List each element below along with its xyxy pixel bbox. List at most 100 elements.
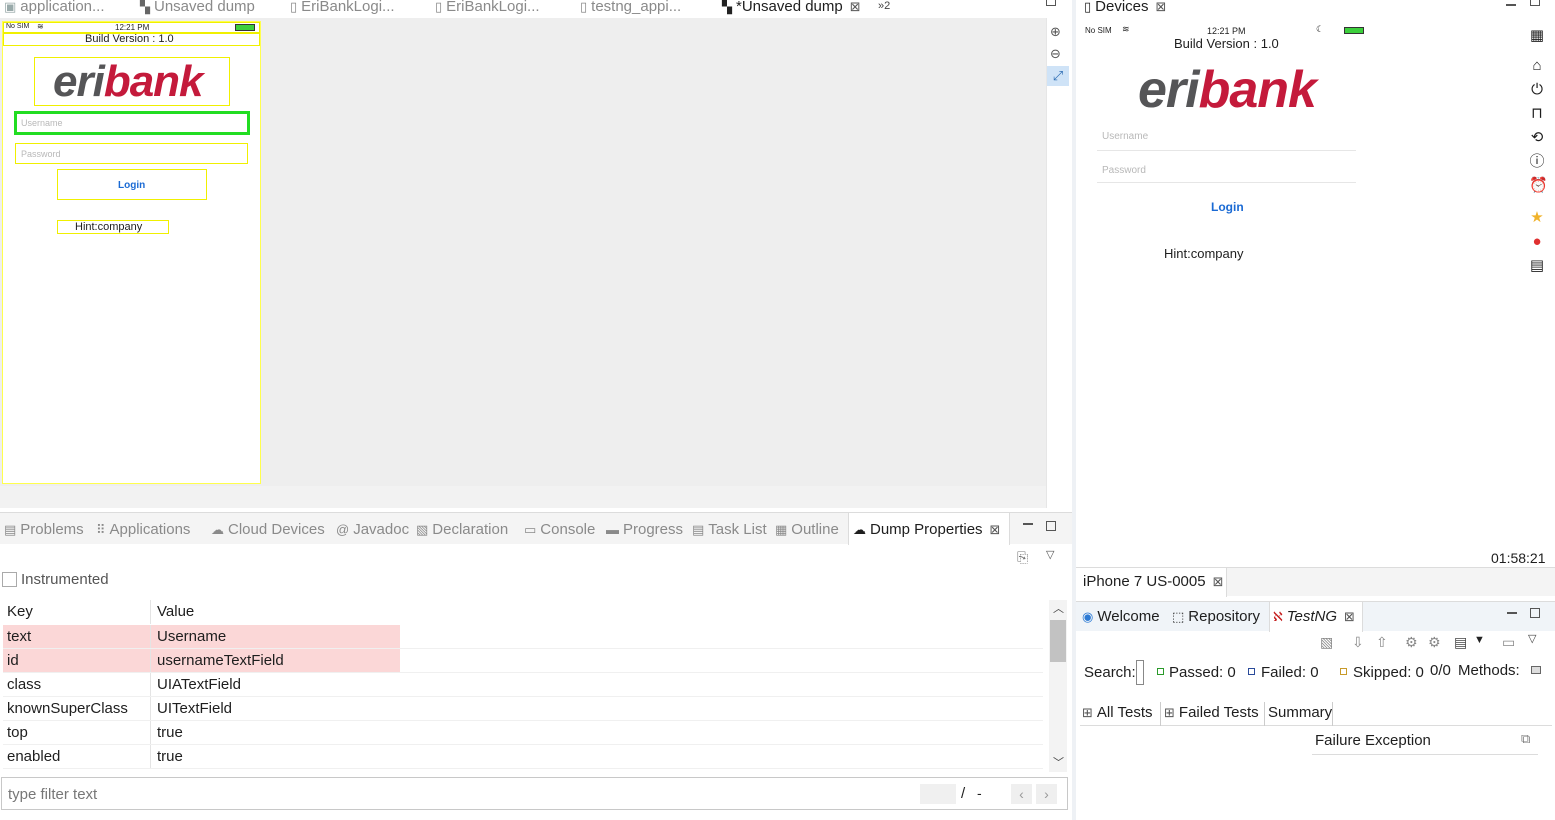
maximize-icon[interactable]	[1046, 521, 1056, 531]
next-page-icon[interactable]: ›	[1036, 784, 1057, 804]
rotate-icon[interactable]: ⟲	[1529, 130, 1545, 146]
row-value: UIATextField	[150, 673, 400, 696]
tab-outline[interactable]: ▦ Outline	[775, 521, 839, 538]
table-scrollbar[interactable]: ︿ ﹀	[1049, 600, 1067, 772]
info-icon[interactable]: ⓘ	[1529, 154, 1545, 170]
subtab-summary[interactable]: Summary	[1268, 704, 1332, 721]
view-menu-icon[interactable]: ▽	[1046, 548, 1054, 561]
tab-problems[interactable]: ▤ Problems	[4, 521, 84, 538]
close-icon[interactable]: ⊠	[1156, 0, 1167, 15]
tab-javadoc[interactable]: @ Javadoc	[336, 521, 409, 538]
tab-console[interactable]: ▭ Console	[524, 521, 595, 538]
prev-page-icon[interactable]: ‹	[1011, 784, 1032, 804]
xml-file-icon: ▯	[580, 0, 588, 14]
device-tab-iphone7[interactable]: iPhone 7 US-0005 ⊠	[1083, 573, 1224, 590]
inspect-icon[interactable]: ▤	[1529, 258, 1545, 274]
next-failure-icon[interactable]: ⇩	[1352, 634, 1364, 651]
record-icon[interactable]: ●	[1529, 234, 1545, 250]
close-icon[interactable]: ⊠	[990, 522, 1001, 538]
tab-overflow-indicator[interactable]: »2	[878, 0, 890, 12]
close-icon[interactable]: ⊠	[1344, 609, 1355, 625]
device-login-button[interactable]: Login	[1211, 200, 1244, 214]
devices-tab[interactable]: ▯ Devices ⊠	[1084, 0, 1166, 15]
instrumented-checkbox[interactable]	[2, 572, 17, 587]
subtab-all-tests[interactable]: ⊞ All Tests	[1082, 704, 1152, 721]
table-row[interactable]: id usernameTextField	[3, 649, 1043, 673]
tab-dump-properties[interactable]: ☁ Dump Properties ⊠	[853, 521, 1000, 538]
star-icon[interactable]: ★	[1529, 210, 1545, 226]
methods-toggle-icon[interactable]	[1531, 666, 1541, 674]
history-icon[interactable]: ▤	[1454, 634, 1467, 651]
table-row[interactable]: enabled true	[3, 745, 1043, 769]
history-dropdown-icon[interactable]: ▼	[1474, 634, 1485, 646]
canvas-scroll-track[interactable]	[1046, 18, 1072, 508]
app-icon: ▣	[4, 0, 17, 14]
moon-icon: ☾	[1316, 24, 1325, 34]
scroll-thumb[interactable]	[1050, 620, 1066, 662]
rerun-icon[interactable]: ⚙	[1405, 634, 1418, 651]
table-row[interactable]: top true	[3, 721, 1043, 745]
row-value: Username	[150, 625, 400, 648]
device-password-field[interactable]: Password	[1097, 159, 1356, 183]
tab-testng[interactable]: ℵ TestNG ⊠	[1273, 608, 1355, 625]
tab-applications[interactable]: ⠿ Applications	[96, 521, 190, 538]
zoom-out-icon[interactable]: ⊖	[1050, 46, 1061, 62]
devices-icon: ▯	[1084, 0, 1092, 14]
tab-declaration[interactable]: ▧ Declaration	[416, 521, 508, 538]
grid-icon[interactable]: ▦	[1529, 28, 1545, 44]
editor-tab-unsaved-dump[interactable]: ▚ Unsaved dump	[140, 0, 255, 15]
maximize-icon[interactable]	[1530, 0, 1540, 6]
properties-table: Key Value text Username id usernameTextF…	[0, 598, 1046, 772]
power-icon[interactable]: ⏻	[1529, 82, 1545, 98]
editor-tab-eribanklogin-2[interactable]: ▯ EriBankLogi...	[435, 0, 540, 15]
clear-results-icon[interactable]: ▧	[1320, 634, 1333, 651]
rerun-failed-icon[interactable]: ⚙	[1428, 634, 1441, 651]
tab-progress[interactable]: ▬ Progress	[606, 521, 683, 538]
subtab-failed-tests[interactable]: ⊞ Failed Tests	[1164, 704, 1259, 721]
layout-icon[interactable]: ▭	[1502, 634, 1515, 651]
zoom-in-icon[interactable]: ⊕	[1050, 24, 1061, 40]
filter-input[interactable]: type filter text / - ‹ ›	[1, 777, 1068, 810]
table-row[interactable]: knownSuperClass UITextField	[3, 697, 1043, 721]
minimize-icon[interactable]	[1507, 612, 1517, 614]
failed-count: Failed: 0	[1261, 664, 1319, 681]
export-icon[interactable]: ⎘	[1017, 549, 1028, 566]
lock-icon[interactable]: ⊓	[1529, 106, 1545, 122]
home-icon[interactable]: ⌂	[1529, 58, 1545, 74]
declaration-icon: ▧	[416, 522, 429, 537]
editor-tab-application[interactable]: ▣ application...	[4, 0, 105, 15]
fit-screen-icon[interactable]: ⤢	[1047, 66, 1069, 86]
page-number-input[interactable]	[920, 784, 956, 804]
tab-welcome[interactable]: ◉ Welcome	[1082, 608, 1160, 625]
search-input[interactable]	[1136, 660, 1144, 685]
repository-icon: ⬚	[1172, 609, 1185, 624]
editor-tab-eribanklogin-1[interactable]: ▯ EriBankLogi...	[290, 0, 395, 15]
minimize-icon[interactable]	[1023, 523, 1033, 525]
view-menu-icon[interactable]: ▽	[1528, 632, 1536, 645]
column-header-value[interactable]: Value	[150, 600, 400, 624]
table-row[interactable]: text Username	[3, 625, 1043, 649]
minimize-icon[interactable]	[1506, 4, 1516, 6]
subtab-divider	[1264, 702, 1265, 726]
tab-task-list[interactable]: ▤ Task List	[692, 521, 767, 538]
column-header-key[interactable]: Key	[3, 600, 150, 624]
scroll-down-icon[interactable]: ﹀	[1053, 754, 1064, 770]
maximize-icon[interactable]	[1046, 0, 1056, 6]
tab-cloud-devices[interactable]: ☁ Cloud Devices	[211, 521, 325, 538]
row-key: id	[3, 649, 150, 672]
close-icon[interactable]: ⊠	[850, 0, 861, 15]
page-separator: /	[961, 785, 966, 802]
alarm-icon[interactable]: ⏰	[1529, 178, 1548, 194]
compare-icon[interactable]: ⧉	[1521, 731, 1530, 747]
prev-failure-icon[interactable]: ⇧	[1376, 634, 1388, 651]
tab-repository[interactable]: ⬚ Repository	[1172, 608, 1260, 625]
dump-icon: ▚	[140, 0, 150, 14]
maximize-icon[interactable]	[1530, 608, 1540, 618]
java-file-icon: ▯	[435, 0, 443, 14]
table-row[interactable]: class UIATextField	[3, 673, 1043, 697]
device-username-field[interactable]: Username	[1097, 125, 1356, 151]
scroll-up-icon[interactable]: ︿	[1053, 600, 1064, 616]
close-icon[interactable]: ⊠	[1213, 574, 1224, 590]
editor-tab-unsaved-dump-active[interactable]: ▚ *Unsaved dump ⊠	[722, 0, 861, 15]
editor-tab-testng-xml[interactable]: ▯ testng_appi...	[580, 0, 681, 15]
